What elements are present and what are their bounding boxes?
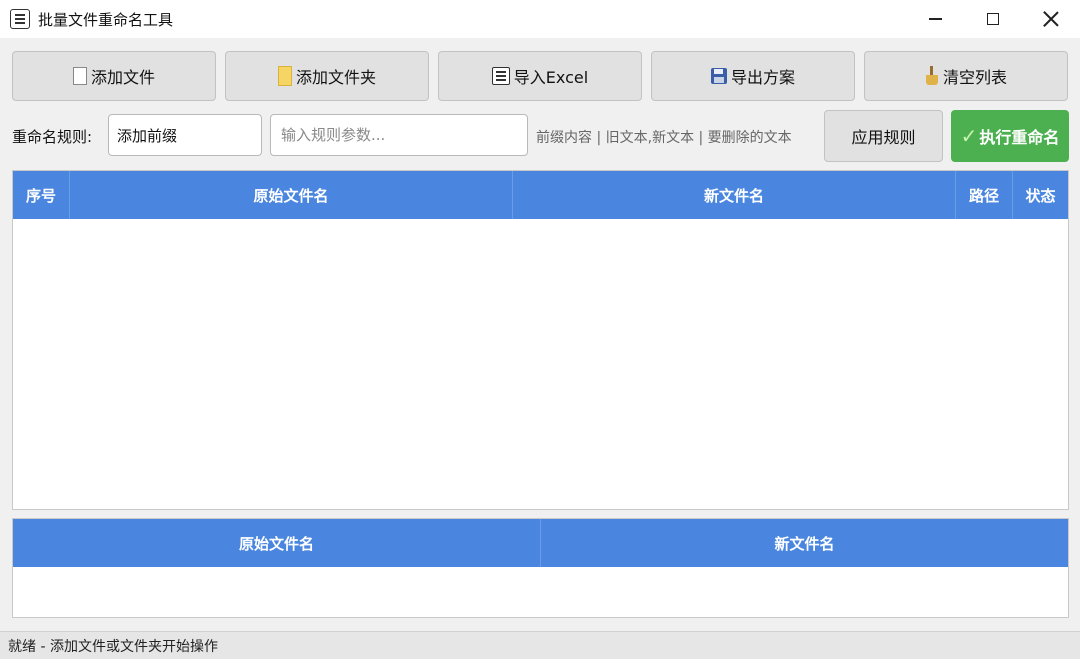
column-header-original-name[interactable]: 原始文件名 — [70, 171, 513, 219]
title-bar: 批量文件重命名工具 — [0, 0, 1080, 38]
preview-table-header: 原始文件名 新文件名 — [13, 519, 1068, 567]
add-folder-button[interactable]: 添加文件夹 — [225, 51, 429, 101]
add-file-label: 添加文件 — [90, 68, 155, 87]
close-button[interactable] — [1022, 0, 1080, 38]
apply-rule-label: 应用规则 — [851, 128, 916, 147]
column-header-index[interactable]: 序号 — [13, 171, 70, 219]
import-excel-button[interactable]: 导入Excel — [438, 51, 642, 101]
import-excel-label: 导入Excel — [513, 68, 589, 87]
preview-header-new-name[interactable]: 新文件名 — [541, 519, 1068, 567]
preview-header-original-name[interactable]: 原始文件名 — [13, 519, 541, 567]
apply-rule-button[interactable]: 应用规则 — [824, 110, 943, 162]
minimize-icon — [928, 18, 942, 20]
folder-icon — [277, 66, 292, 86]
export-plan-button[interactable]: 导出方案 — [651, 51, 855, 101]
file-icon — [72, 67, 87, 85]
file-table[interactable]: 序号 原始文件名 新文件名 路径 状态 — [12, 170, 1069, 510]
status-bar: 就绪 - 添加文件或文件夹开始操作 — [0, 631, 1080, 659]
column-header-status[interactable]: 状态 — [1013, 171, 1068, 219]
rule-label: 重命名规则: — [12, 128, 93, 146]
app-icon — [10, 9, 30, 29]
column-header-path[interactable]: 路径 — [956, 171, 1013, 219]
maximize-icon — [987, 13, 999, 25]
rule-param-input[interactable] — [270, 114, 528, 156]
preview-table[interactable]: 原始文件名 新文件名 — [12, 518, 1069, 618]
rule-hint: 前缀内容 | 旧文本,新文本 | 要删除的文本 — [536, 130, 792, 146]
status-text: 就绪 - 添加文件或文件夹开始操作 — [8, 638, 218, 655]
add-folder-label: 添加文件夹 — [295, 68, 376, 87]
column-header-new-name[interactable]: 新文件名 — [513, 171, 956, 219]
file-table-header: 序号 原始文件名 新文件名 路径 状态 — [13, 171, 1068, 219]
export-plan-label: 导出方案 — [730, 68, 795, 87]
minimize-button[interactable] — [906, 0, 964, 38]
close-icon — [1043, 11, 1059, 27]
rule-type-select[interactable]: 添加前缀 — [108, 114, 262, 156]
clear-list-button[interactable]: 清空列表 — [864, 51, 1068, 101]
maximize-button[interactable] — [964, 0, 1022, 38]
execute-rename-button[interactable]: ✓ 执行重命名 — [951, 110, 1069, 162]
broom-icon — [925, 66, 939, 86]
document-icon — [491, 67, 510, 85]
checkmark-icon: ✓ — [960, 124, 978, 148]
window-title: 批量文件重命名工具 — [38, 11, 174, 29]
rule-type-value: 添加前缀 — [117, 126, 178, 145]
execute-rename-label: 执行重命名 — [979, 128, 1060, 147]
save-icon — [710, 68, 727, 84]
add-file-button[interactable]: 添加文件 — [12, 51, 216, 101]
clear-list-label: 清空列表 — [942, 68, 1007, 87]
